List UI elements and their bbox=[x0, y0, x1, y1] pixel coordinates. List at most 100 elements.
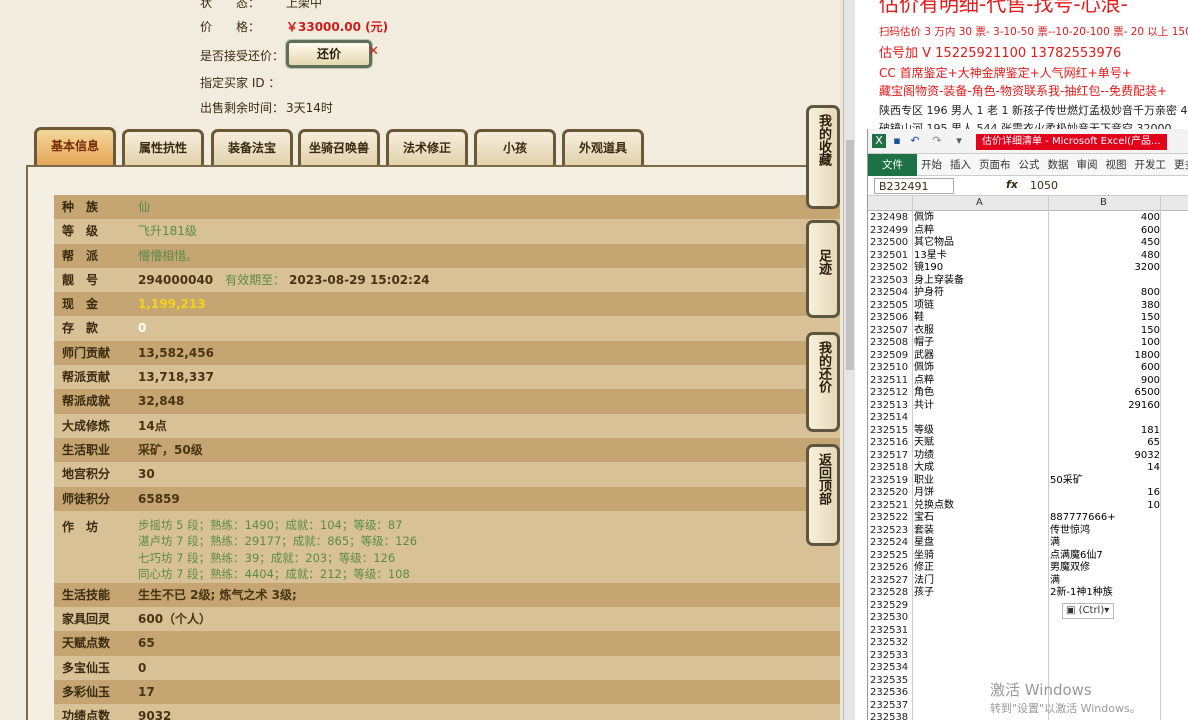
row-number[interactable]: 232519 bbox=[870, 475, 908, 488]
row-number[interactable]: 232524 bbox=[870, 537, 908, 550]
undo-icon[interactable]: ↶ bbox=[908, 134, 922, 148]
cell-b[interactable]: 65 bbox=[1050, 437, 1160, 450]
row-number[interactable]: 232538 bbox=[870, 712, 908, 720]
back-to-top-button[interactable]: 返回顶部 bbox=[806, 444, 840, 546]
cell-b[interactable]: 14 bbox=[1050, 462, 1160, 475]
row-number[interactable]: 232526 bbox=[870, 562, 908, 575]
cell-b[interactable]: 450 bbox=[1050, 237, 1160, 250]
counter-offer-button[interactable]: 还价 bbox=[286, 40, 372, 68]
cell-b[interactable]: 满 bbox=[1050, 575, 1160, 588]
tab-children[interactable]: 小孩 bbox=[474, 129, 556, 165]
cell-b[interactable]: 满 bbox=[1050, 537, 1160, 550]
cell-b[interactable]: 100 bbox=[1050, 337, 1160, 350]
cell-b[interactable]: 10 bbox=[1050, 500, 1160, 513]
quick-access-dropdown-icon[interactable]: ▾ bbox=[952, 134, 966, 148]
cell-a[interactable]: 点粹 bbox=[914, 225, 934, 238]
footprints-button[interactable]: 足迹 bbox=[806, 220, 840, 318]
ribbon-tab-file[interactable]: 文件 bbox=[868, 154, 917, 176]
row-number[interactable]: 232533 bbox=[870, 650, 908, 663]
name-box[interactable]: B232491 bbox=[874, 178, 954, 194]
cell-a[interactable]: 孩子 bbox=[914, 587, 934, 600]
redo-icon[interactable]: ↷ bbox=[930, 134, 944, 148]
formula-input[interactable]: 1050 bbox=[1030, 178, 1058, 194]
row-number[interactable]: 232514 bbox=[870, 412, 908, 425]
row-number[interactable]: 232534 bbox=[870, 662, 908, 675]
cell-a[interactable]: 13星卡 bbox=[914, 250, 947, 263]
row-number[interactable]: 232511 bbox=[870, 375, 908, 388]
cell-b[interactable]: 600 bbox=[1050, 225, 1160, 238]
cell-a[interactable]: 佩饰 bbox=[914, 212, 934, 225]
row-number[interactable]: 232502 bbox=[870, 262, 908, 275]
cell-b[interactable]: 3200 bbox=[1050, 262, 1160, 275]
cell-b[interactable]: 380 bbox=[1050, 300, 1160, 313]
cell-a[interactable]: 职业 bbox=[914, 475, 934, 488]
cell-a[interactable]: 星盘 bbox=[914, 537, 934, 550]
column-b-header[interactable]: B bbox=[1100, 197, 1107, 208]
cell-a[interactable]: 套装 bbox=[914, 525, 934, 538]
ribbon-tab-data[interactable]: 数据 bbox=[1044, 154, 1073, 176]
scrollbar-thumb[interactable] bbox=[846, 140, 854, 370]
ribbon-tab-insert[interactable]: 插入 bbox=[946, 154, 975, 176]
row-number[interactable]: 232536 bbox=[870, 687, 908, 700]
row-number[interactable]: 232516 bbox=[870, 437, 908, 450]
ribbon-tab-formulas[interactable]: 公式 bbox=[1015, 154, 1044, 176]
cell-b[interactable]: 150 bbox=[1050, 325, 1160, 338]
my-counter-offers-button[interactable]: 我的还价 bbox=[806, 332, 840, 432]
row-number[interactable]: 232504 bbox=[870, 287, 908, 300]
row-number[interactable]: 232505 bbox=[870, 300, 908, 313]
cell-a[interactable]: 宝石 bbox=[914, 512, 934, 525]
row-number[interactable]: 232531 bbox=[870, 625, 908, 638]
cell-a[interactable]: 镜190 bbox=[914, 262, 943, 275]
cell-b[interactable]: 400 bbox=[1050, 212, 1160, 225]
ribbon-tab-home[interactable]: 开始 bbox=[917, 154, 946, 176]
row-number[interactable]: 232506 bbox=[870, 312, 908, 325]
row-number[interactable]: 232513 bbox=[870, 400, 908, 413]
row-number[interactable]: 232517 bbox=[870, 450, 908, 463]
tab-attributes[interactable]: 属性抗性 bbox=[122, 129, 204, 165]
cell-a[interactable]: 点粹 bbox=[914, 375, 934, 388]
cell-a[interactable]: 等级 bbox=[914, 425, 934, 438]
page-scrollbar[interactable] bbox=[843, 0, 855, 720]
tab-basic-info[interactable]: 基本信息 bbox=[34, 127, 116, 165]
row-number[interactable]: 232498 bbox=[870, 212, 908, 225]
cell-a[interactable]: 鞋 bbox=[914, 312, 924, 325]
row-number[interactable]: 232509 bbox=[870, 350, 908, 363]
row-number[interactable]: 232532 bbox=[870, 637, 908, 650]
cell-b[interactable]: 传世惊鸿 bbox=[1050, 525, 1160, 538]
cell-a[interactable]: 天赋 bbox=[914, 437, 934, 450]
ribbon-tab-more[interactable]: 更多 bbox=[1170, 154, 1188, 176]
row-number[interactable]: 232529 bbox=[870, 600, 908, 613]
cell-a[interactable]: 护身符 bbox=[914, 287, 944, 300]
cell-a[interactable]: 项链 bbox=[914, 300, 934, 313]
cell-b[interactable]: 1800 bbox=[1050, 350, 1160, 363]
cell-b[interactable]: 点满魔6仙7 bbox=[1050, 550, 1160, 563]
row-number[interactable]: 232530 bbox=[870, 612, 908, 625]
cell-b[interactable]: 150 bbox=[1050, 312, 1160, 325]
cell-b[interactable]: 2新-1神1种族 bbox=[1050, 587, 1160, 600]
cell-a[interactable]: 月饼 bbox=[914, 487, 934, 500]
ribbon-tab-review[interactable]: 审阅 bbox=[1073, 154, 1102, 176]
ribbon-tab-developer[interactable]: 开发工 bbox=[1131, 154, 1171, 176]
row-number[interactable]: 232510 bbox=[870, 362, 908, 375]
row-number[interactable]: 232500 bbox=[870, 237, 908, 250]
cell-a[interactable]: 武器 bbox=[914, 350, 934, 363]
tab-spells[interactable]: 法术修正 bbox=[386, 129, 468, 165]
row-number[interactable]: 232523 bbox=[870, 525, 908, 538]
fx-icon[interactable]: fx bbox=[1006, 178, 1018, 191]
row-number[interactable]: 232501 bbox=[870, 250, 908, 263]
column-a-header[interactable]: A bbox=[976, 197, 983, 208]
cell-a[interactable]: 兑换点数 bbox=[914, 500, 954, 513]
cell-b[interactable]: 9032 bbox=[1050, 450, 1160, 463]
cell-a[interactable]: 身上穿装备 bbox=[914, 275, 964, 288]
cell-a[interactable]: 其它物品 bbox=[914, 237, 954, 250]
my-favorites-button[interactable]: 我的收藏 bbox=[806, 105, 840, 209]
ribbon-tab-layout[interactable]: 页面布 bbox=[975, 154, 1015, 176]
cell-b[interactable]: 6500 bbox=[1050, 387, 1160, 400]
row-number[interactable]: 232528 bbox=[870, 587, 908, 600]
row-number[interactable]: 232512 bbox=[870, 387, 908, 400]
cell-a[interactable]: 坐骑 bbox=[914, 550, 934, 563]
tab-mounts[interactable]: 坐骑召唤兽 bbox=[298, 129, 380, 165]
row-number[interactable]: 232525 bbox=[870, 550, 908, 563]
tab-equipment[interactable]: 装备法宝 bbox=[211, 129, 293, 165]
row-number[interactable]: 232507 bbox=[870, 325, 908, 338]
